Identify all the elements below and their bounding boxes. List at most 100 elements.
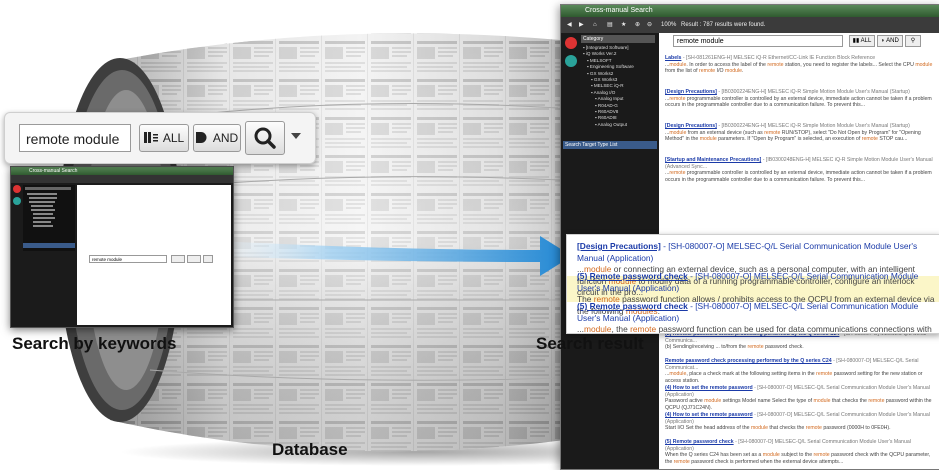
keyword-highlight: module [669, 129, 687, 136]
result-snippet: ...module. In order to access the label … [665, 61, 933, 75]
result-snippet: Start I/O Set the head address of the mo… [665, 425, 891, 432]
result-app-title: Cross-manual Search [585, 7, 653, 14]
result-item: [Design Precautions] - [IB0300224ENG-H] … [665, 123, 937, 143]
search-dropdown-arrow-icon[interactable] [291, 133, 301, 139]
teal-round-icon[interactable] [13, 197, 21, 205]
result-callout: [Design Precautions] - [SH-080007-O] MEL… [566, 234, 939, 334]
sidebar-tree: ▪ [Integrated Software] ▪ iQ Works Ver.2 ▪… [581, 45, 657, 128]
result-item: Labels - [SH-081261ENG-H] MELSEC iQ-R Et… [665, 55, 937, 75]
callout-result-item: (5) Remote password check - [SH-080007-O… [577, 301, 937, 334]
back-icon[interactable]: ◀ [567, 17, 572, 33]
zoom-in-icon[interactable]: ⊕ [635, 17, 640, 33]
keyword-app-title: Cross-manual Search [29, 168, 78, 174]
keyword-app-search-input[interactable]: remote module [89, 255, 167, 263]
keyword-highlight: remote [669, 170, 686, 177]
result-all-button[interactable]: ▮▮ ALL [849, 35, 875, 47]
result-title-link[interactable]: [Design Precautions] [665, 123, 717, 129]
result-item: (4) How to set the remote password - [SH… [665, 412, 937, 432]
result-item: [Design Precautions] - [IB0300224ENG-H] … [665, 89, 937, 109]
keyword-app-search-button[interactable] [203, 255, 213, 263]
keyword-app-and-button[interactable] [187, 255, 201, 263]
result-title-link[interactable]: [Design Precautions] [665, 89, 717, 95]
result-count: Result : 787 results were found. [681, 22, 766, 28]
keyword-highlight: module [583, 324, 612, 334]
result-title-link[interactable]: (5) Remote password check [665, 439, 734, 445]
result-title-link[interactable]: [Startup and Maintenance Precautions] [665, 157, 761, 163]
result-title-link[interactable]: (4) How to set the remote password [665, 412, 753, 418]
and-label: AND [212, 131, 239, 145]
keyword-app-toolbar [11, 175, 233, 183]
result-title-link[interactable]: Labels [665, 55, 681, 61]
callout-result-title-link[interactable]: [Design Precautions] [577, 241, 661, 251]
result-app-toolbar: ◀ ▶ ⌂ ▤ ★ ⊕ ⊖ 100% Result : 787 results … [561, 17, 939, 33]
sidebar-footer[interactable]: Search Target Type List [563, 141, 657, 149]
keyword-app-sidebar [23, 185, 75, 251]
search-by-keywords-label: Search by keywords [12, 334, 177, 353]
result-search-input[interactable]: remote module [673, 35, 843, 47]
result-source: - [IB0300224ENG-H] MELSEC iQ-R Simple Mo… [716, 89, 910, 95]
print-icon[interactable]: ▤ [607, 17, 613, 33]
database-label: Database [272, 440, 348, 459]
keyword-highlight: module [750, 425, 768, 432]
result-snippet: (b) Sending/receiving ... to/from the re… [665, 344, 804, 351]
all-icon [143, 126, 158, 152]
callout-result-snippet: ...module, the remote password function … [577, 324, 932, 334]
result-item: Remote password check processing perform… [665, 358, 937, 384]
keyword-highlight: remote [747, 344, 764, 351]
result-snippet: ...module from an external device (such … [665, 129, 921, 143]
keyword-highlight: remote [813, 452, 830, 459]
keyword-highlight: remote [673, 458, 690, 465]
sidebar-tree-item[interactable]: ▪ Analog Output [581, 122, 657, 128]
result-item: (5) Remote password check - [SH-080007-O… [665, 439, 937, 465]
keyword-highlight: remote [816, 371, 833, 378]
forward-icon[interactable]: ▶ [579, 17, 584, 33]
result-title-link[interactable]: (4) How to set the remote password [665, 385, 753, 391]
callout-result-title-link[interactable]: (5) Remote password check [577, 301, 688, 311]
callout-result-title-link[interactable]: (5) Remote password check [577, 271, 688, 281]
all-button[interactable]: ALL [139, 124, 189, 152]
magnifier-icon [254, 127, 276, 149]
keyword-highlight: module [704, 398, 722, 405]
keyword-highlight: remote [861, 136, 878, 143]
search-result-label: Search result [536, 334, 644, 353]
teal-round-icon[interactable] [565, 55, 577, 67]
home-icon[interactable]: ⌂ [593, 17, 597, 33]
result-snippet: ...module, place a check mark at the fol… [665, 371, 923, 384]
and-button[interactable]: AND [193, 124, 241, 152]
keyword-highlight: module [915, 61, 933, 68]
result-item: (4) How to set the remote password - [SH… [665, 385, 937, 411]
keyword-highlight: remote [868, 398, 885, 405]
keyword-highlight: module [762, 452, 780, 459]
result-snippet: Password active module settings Model na… [665, 398, 932, 411]
keyword-highlight: remote [805, 425, 822, 432]
keyword-app-all-button[interactable] [171, 255, 185, 263]
zoom-out-icon[interactable]: ⊖ [647, 17, 652, 33]
keyword-highlight: remote [699, 68, 716, 75]
result-and-button[interactable]: ◗ AND [877, 35, 903, 47]
search-button[interactable] [245, 121, 285, 155]
keyword-highlight: remote [767, 61, 784, 68]
result-all-label: ALL [860, 38, 872, 44]
red-round-icon[interactable] [13, 185, 21, 193]
result-and-label: AND [886, 38, 899, 44]
search-input[interactable]: remote module [19, 124, 131, 152]
keyword-highlight: remote [630, 324, 657, 334]
keyword-highlight: remote [764, 129, 781, 136]
result-app-titlebar: Cross-manual Search [561, 5, 939, 17]
zoom-level: 100% [661, 22, 677, 28]
result-source: - [SH-081261ENG-H] MELSEC iQ-R Ethernet/… [681, 55, 876, 61]
result-search-button[interactable]: ⚲ [905, 35, 921, 47]
keyword-highlight: module [669, 61, 687, 68]
and-icon [195, 126, 208, 152]
keyword-highlight: module [669, 371, 687, 378]
keyword-app-titlebar: Cross-manual Search [11, 167, 233, 175]
keyword-highlight: module [725, 68, 743, 75]
result-title-link[interactable]: Remote password check processing perform… [665, 358, 832, 364]
result-item: [Startup and Maintenance Precautions] - … [665, 157, 937, 183]
result-snippet: When the Q series C24 has been set as a … [665, 452, 931, 465]
bookmark-icon[interactable]: ★ [621, 17, 626, 33]
keyword-highlight: remote [669, 95, 686, 102]
all-label: ALL [162, 131, 185, 145]
keyword-app-main: remote module [77, 185, 231, 325]
red-round-icon[interactable] [565, 37, 577, 49]
